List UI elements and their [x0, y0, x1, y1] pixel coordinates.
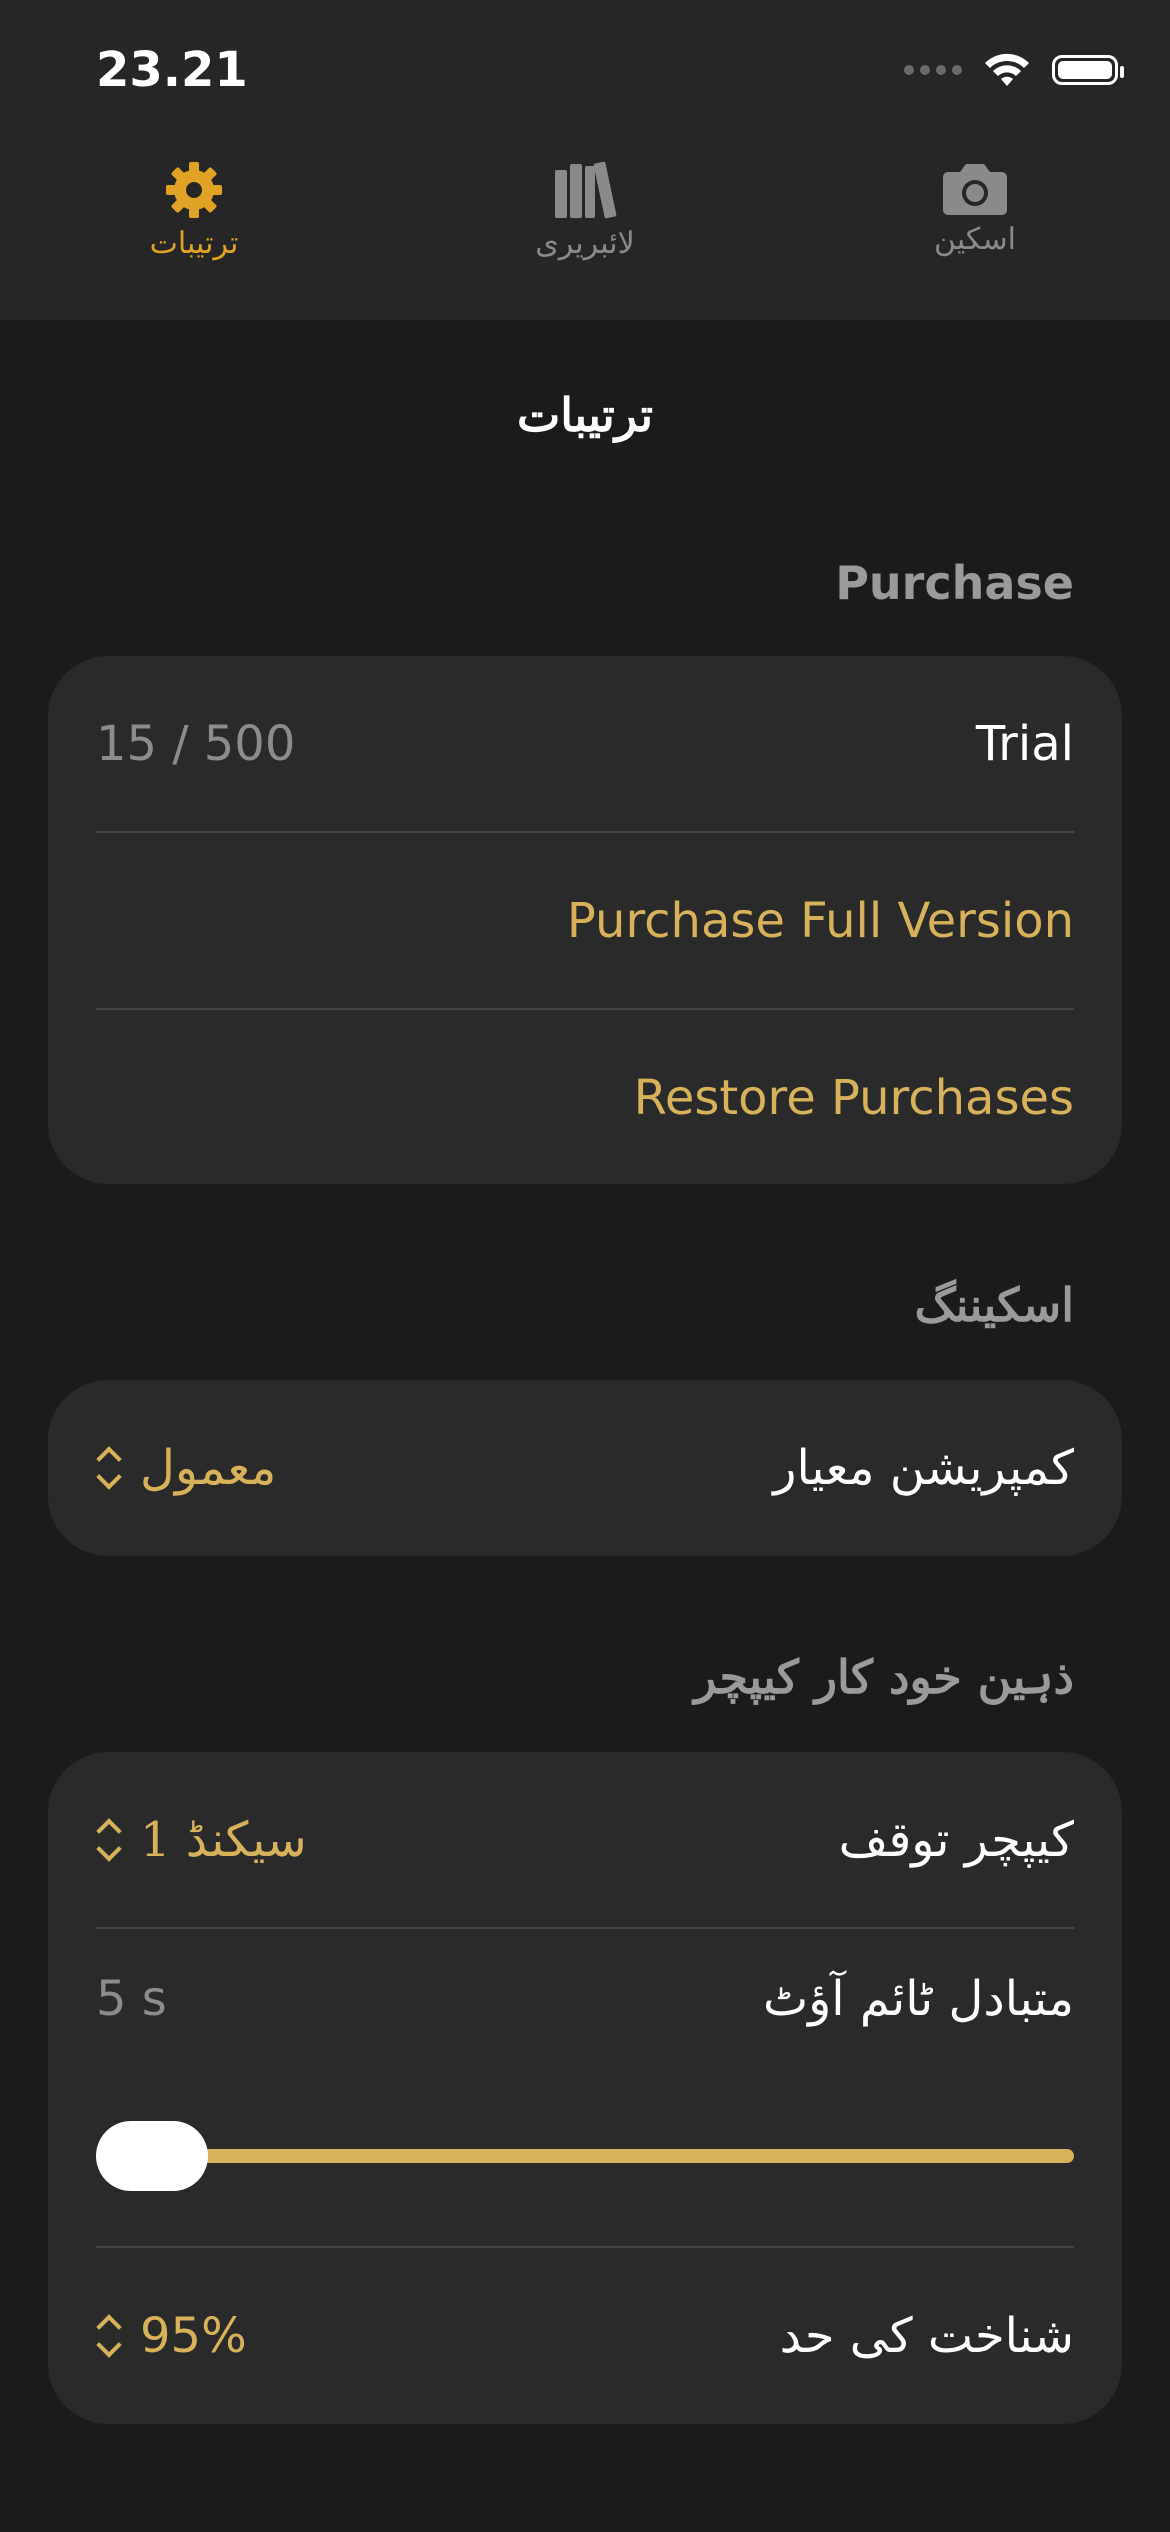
tab-scan[interactable]: اسکین — [865, 160, 1085, 257]
tab-scan-label: اسکین — [934, 222, 1016, 257]
status-time: 23.21 — [96, 42, 248, 98]
alt-timeout-label: متبادل ٹائم آؤٹ — [762, 1971, 1074, 2027]
battery-icon — [1052, 55, 1124, 85]
chevron-up-down-icon — [96, 2314, 122, 2358]
top-bar: 23.21 ترتیبات لائبریری اسکین — [0, 0, 1170, 320]
purchase-section-title: Purchase — [835, 556, 1074, 610]
trial-label: Trial — [975, 716, 1074, 772]
capture-delay-label: کیپچر توقف — [838, 1812, 1074, 1868]
chevron-up-down-icon — [96, 1818, 122, 1862]
alt-timeout-value: 5 s — [96, 1971, 167, 2027]
books-icon — [555, 161, 617, 219]
status-icons — [904, 52, 1124, 88]
trial-value: 15 / 500 — [96, 716, 296, 772]
tab-settings-label: ترتیبات — [149, 226, 239, 261]
restore-purchases-label: Restore Purchases — [633, 1070, 1074, 1126]
alt-timeout-row: 5 s متبادل ٹائم آؤٹ — [96, 1929, 1074, 2069]
compression-value: معمول — [140, 1440, 277, 1496]
tab-settings[interactable]: ترتیبات — [84, 160, 304, 261]
purchase-full-version-button[interactable]: Purchase Full Version — [96, 833, 1074, 1009]
camera-icon — [943, 164, 1007, 215]
threshold-picker[interactable]: 95% — [96, 2308, 247, 2364]
compression-row: معمول کمپریشن معیار — [96, 1380, 1074, 1556]
capture-delay-value: 1 سیکنڈ — [140, 1812, 307, 1868]
wifi-icon — [985, 53, 1029, 86]
purchase-full-version-label: Purchase Full Version — [566, 893, 1074, 949]
trial-row: 15 / 500 Trial — [96, 656, 1074, 832]
chevron-up-down-icon — [96, 1446, 122, 1490]
threshold-label: شناخت کی حد — [779, 2308, 1074, 2364]
capture-delay-row: 1 سیکنڈ کیپچر توقف — [96, 1752, 1074, 1928]
scanning-card: معمول کمپریشن معیار — [48, 1380, 1122, 1556]
gear-icon — [166, 162, 222, 218]
restore-purchases-button[interactable]: Restore Purchases — [96, 1010, 1074, 1186]
compression-picker[interactable]: معمول — [96, 1440, 276, 1496]
alt-timeout-slider-thumb[interactable] — [96, 2121, 208, 2191]
purchase-card: 15 / 500 Trial Purchase Full Version Res… — [48, 656, 1122, 1184]
tab-library-label: لائبریری — [535, 226, 635, 261]
compression-label: کمپریشن معیار — [773, 1440, 1074, 1496]
alt-timeout-slider-track[interactable] — [96, 2149, 1074, 2163]
page-title: ترتیبات — [516, 388, 654, 442]
auto-capture-section-title: ذہین خود کار کیپچر — [694, 1650, 1074, 1704]
auto-capture-card: 1 سیکنڈ کیپچر توقف 5 s متبادل ٹائم آؤٹ 9… — [48, 1752, 1122, 2424]
capture-delay-picker[interactable]: 1 سیکنڈ — [96, 1812, 307, 1868]
scanning-section-title: اسکیننگ — [914, 1278, 1074, 1332]
cellular-signal-icon — [904, 65, 962, 75]
threshold-value: 95% — [140, 2308, 247, 2364]
threshold-row: 95% شناخت کی حد — [96, 2248, 1074, 2424]
tab-library[interactable]: لائبریری — [475, 160, 695, 261]
